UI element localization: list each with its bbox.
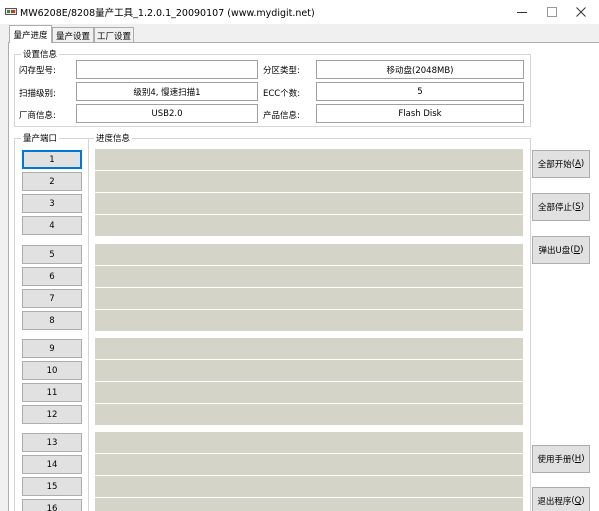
manual-mnemonic: H xyxy=(574,454,582,464)
port-button[interactable]: 8 xyxy=(22,311,82,330)
manual-button[interactable]: 使用手册(H) xyxy=(532,445,590,473)
ecc-count-field: 5 xyxy=(316,82,524,101)
port-button[interactable]: 14 xyxy=(22,455,82,474)
partition-type-label: 分区类型: xyxy=(263,66,300,76)
progress-group-title: 进度信息 xyxy=(94,132,133,144)
port-button[interactable]: 5 xyxy=(22,245,82,264)
port-progress-bar xyxy=(95,360,523,381)
tab-factory-settings[interactable]: 工厂设置 xyxy=(94,27,134,43)
eject-disk-button[interactable]: 弹出U盘(D) xyxy=(532,236,590,264)
minimize-icon xyxy=(517,7,527,17)
port-progress-bar xyxy=(95,244,523,265)
exit-label: 退出程序 xyxy=(537,497,572,507)
port-button[interactable]: 10 xyxy=(22,361,82,380)
port-progress-bar xyxy=(95,404,523,425)
close-icon xyxy=(576,7,586,17)
start-all-button[interactable]: 全部开始(A) xyxy=(532,150,590,178)
port-progress-bar xyxy=(95,338,523,359)
app-window: MW6208E/8208量产工具_1.2.0.1_20090107 (www.m… xyxy=(0,0,599,511)
maximize-icon xyxy=(547,7,557,17)
port-button[interactable]: 11 xyxy=(22,383,82,402)
manual-label: 使用手册 xyxy=(537,455,572,465)
port-button[interactable]: 7 xyxy=(22,289,82,308)
minimize-button[interactable] xyxy=(507,0,537,24)
start-all-label: 全部开始 xyxy=(537,160,572,170)
product-info-field: Flash Disk xyxy=(316,104,524,123)
eject-disk-mnemonic: D xyxy=(573,245,581,255)
port-button[interactable]: 3 xyxy=(22,194,82,213)
eject-disk-label: 弹出U盘 xyxy=(538,246,571,256)
partition-type-field: 移动盘(2048MB) xyxy=(316,60,524,79)
start-all-mnemonic: A xyxy=(575,159,581,169)
title-bar[interactable]: MW6208E/8208量产工具_1.2.0.1_20090107 (www.m… xyxy=(0,0,599,24)
window-title: MW6208E/8208量产工具_1.2.0.1_20090107 (www.m… xyxy=(20,8,315,19)
stop-all-label: 全部停止 xyxy=(537,203,572,213)
scan-level-field: 级别4, 慢速扫描1 xyxy=(76,82,258,101)
maximize-button[interactable] xyxy=(537,0,567,24)
port-progress-bar xyxy=(95,382,523,403)
vendor-info-field: USB2.0 xyxy=(76,104,258,123)
product-info-label: 产品信息: xyxy=(263,111,300,121)
port-button[interactable]: 15 xyxy=(22,477,82,496)
port-button[interactable]: 12 xyxy=(22,405,82,424)
port-progress-bar xyxy=(95,476,523,497)
port-progress-bar xyxy=(95,193,523,214)
port-button[interactable]: 16 xyxy=(22,499,82,511)
app-icon xyxy=(5,6,17,17)
ports-group-title: 量产端口 xyxy=(21,132,60,144)
stop-all-mnemonic: S xyxy=(575,202,581,212)
port-button[interactable]: 9 xyxy=(22,339,82,358)
scan-level-label: 扫描级别: xyxy=(19,89,56,99)
flash-model-field xyxy=(76,60,258,79)
stop-all-button[interactable]: 全部停止(S) xyxy=(532,193,590,221)
port-progress-bar xyxy=(95,149,523,170)
port-button[interactable]: 1 xyxy=(22,150,82,169)
port-progress-bar xyxy=(95,454,523,475)
tab-production-settings[interactable]: 量产设置 xyxy=(52,27,94,43)
port-progress-bar xyxy=(95,288,523,309)
port-progress-bar xyxy=(95,171,523,192)
flash-model-label: 闪存型号: xyxy=(19,66,56,76)
close-button[interactable] xyxy=(566,0,596,24)
port-progress-bar xyxy=(95,215,523,236)
vendor-info-label: 厂商信息: xyxy=(19,111,56,121)
port-progress-bar xyxy=(95,266,523,287)
settings-group-title: 设置信息 xyxy=(21,48,60,60)
ecc-count-label: ECC个数: xyxy=(263,89,301,99)
tab-production-progress[interactable]: 量产进度 xyxy=(9,25,52,43)
exit-mnemonic: Q xyxy=(574,496,582,506)
port-progress-bar xyxy=(95,498,523,511)
port-button[interactable]: 6 xyxy=(22,267,82,286)
port-progress-bar xyxy=(95,432,523,453)
port-button[interactable]: 2 xyxy=(22,172,82,191)
exit-button[interactable]: 退出程序(Q) xyxy=(532,487,590,511)
port-button[interactable]: 13 xyxy=(22,433,82,452)
port-progress-bar xyxy=(95,310,523,331)
port-button[interactable]: 4 xyxy=(22,216,82,235)
